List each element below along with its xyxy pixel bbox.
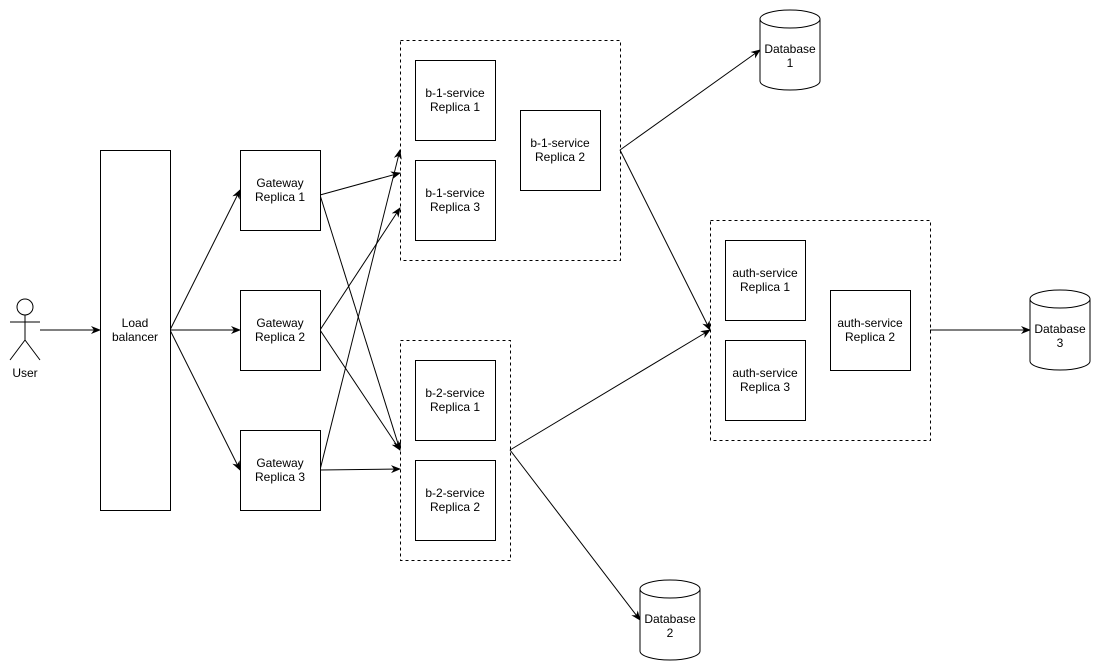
user-icon	[16, 298, 34, 316]
architecture-diagram: User Load balancer Gateway Replica 1 Gateway R…	[9, 9, 1091, 661]
gateway-replica-3-label: Gateway Replica 3	[255, 456, 305, 484]
b2-service-replica-1-label: b-2-service Replica 1	[425, 386, 485, 414]
auth-service-replica-2[interactable]: auth-service Replica 2	[830, 290, 911, 371]
gateway-replica-1-label: Gateway Replica 1	[255, 176, 305, 204]
edge-b2-db2	[509, 449, 641, 621]
b1-service-replica-1[interactable]: b-1-service Replica 1	[415, 60, 496, 141]
edge-b1-db1	[619, 49, 761, 151]
database-2[interactable]: Database 2	[639, 579, 701, 661]
gateway-replica-2-label: Gateway Replica 2	[255, 316, 305, 344]
load-balancer[interactable]: Load balancer	[100, 150, 171, 511]
database-1[interactable]: Database 1	[759, 9, 821, 91]
b1-service-replica-1-label: b-1-service Replica 1	[425, 86, 485, 114]
b2-service-replica-1[interactable]: b-2-service Replica 1	[415, 360, 496, 441]
b1-service-replica-3-label: b-1-service Replica 3	[425, 186, 485, 214]
b2-service-replica-2-label: b-2-service Replica 2	[425, 486, 485, 514]
edge-b1-auth	[619, 149, 711, 331]
user-actor[interactable]: User	[9, 298, 41, 380]
edge-gw1-b1	[319, 171, 401, 196]
edge-gw3-b2	[319, 465, 401, 474]
auth-service-replica-1-label: auth-service Replica 1	[732, 266, 798, 294]
gateway-replica-1[interactable]: Gateway Replica 1	[240, 150, 321, 231]
database-3[interactable]: Database 3	[1029, 289, 1091, 371]
b1-service-replica-2[interactable]: b-1-service Replica 2	[520, 110, 601, 191]
user-label: User	[12, 366, 37, 380]
edge-gw3-b1	[319, 149, 402, 471]
b1-service-replica-3[interactable]: b-1-service Replica 3	[415, 160, 496, 241]
edge-gw1-b2	[319, 194, 402, 451]
auth-service-replica-3-label: auth-service Replica 3	[732, 366, 798, 394]
b2-service-replica-2[interactable]: b-2-service Replica 2	[415, 460, 496, 541]
edge-lb-gw3	[169, 329, 241, 471]
edge-b2-auth	[509, 329, 711, 451]
edge-gw2-b2	[319, 329, 401, 451]
auth-service-replica-3[interactable]: auth-service Replica 3	[725, 340, 806, 421]
gateway-replica-2[interactable]: Gateway Replica 2	[240, 290, 321, 371]
edge-lb-gw1	[169, 189, 241, 331]
gateway-replica-3[interactable]: Gateway Replica 3	[240, 430, 321, 511]
auth-service-replica-1[interactable]: auth-service Replica 1	[725, 240, 806, 321]
auth-service-replica-2-label: auth-service Replica 2	[837, 316, 903, 344]
b1-service-replica-2-label: b-1-service Replica 2	[530, 136, 590, 164]
